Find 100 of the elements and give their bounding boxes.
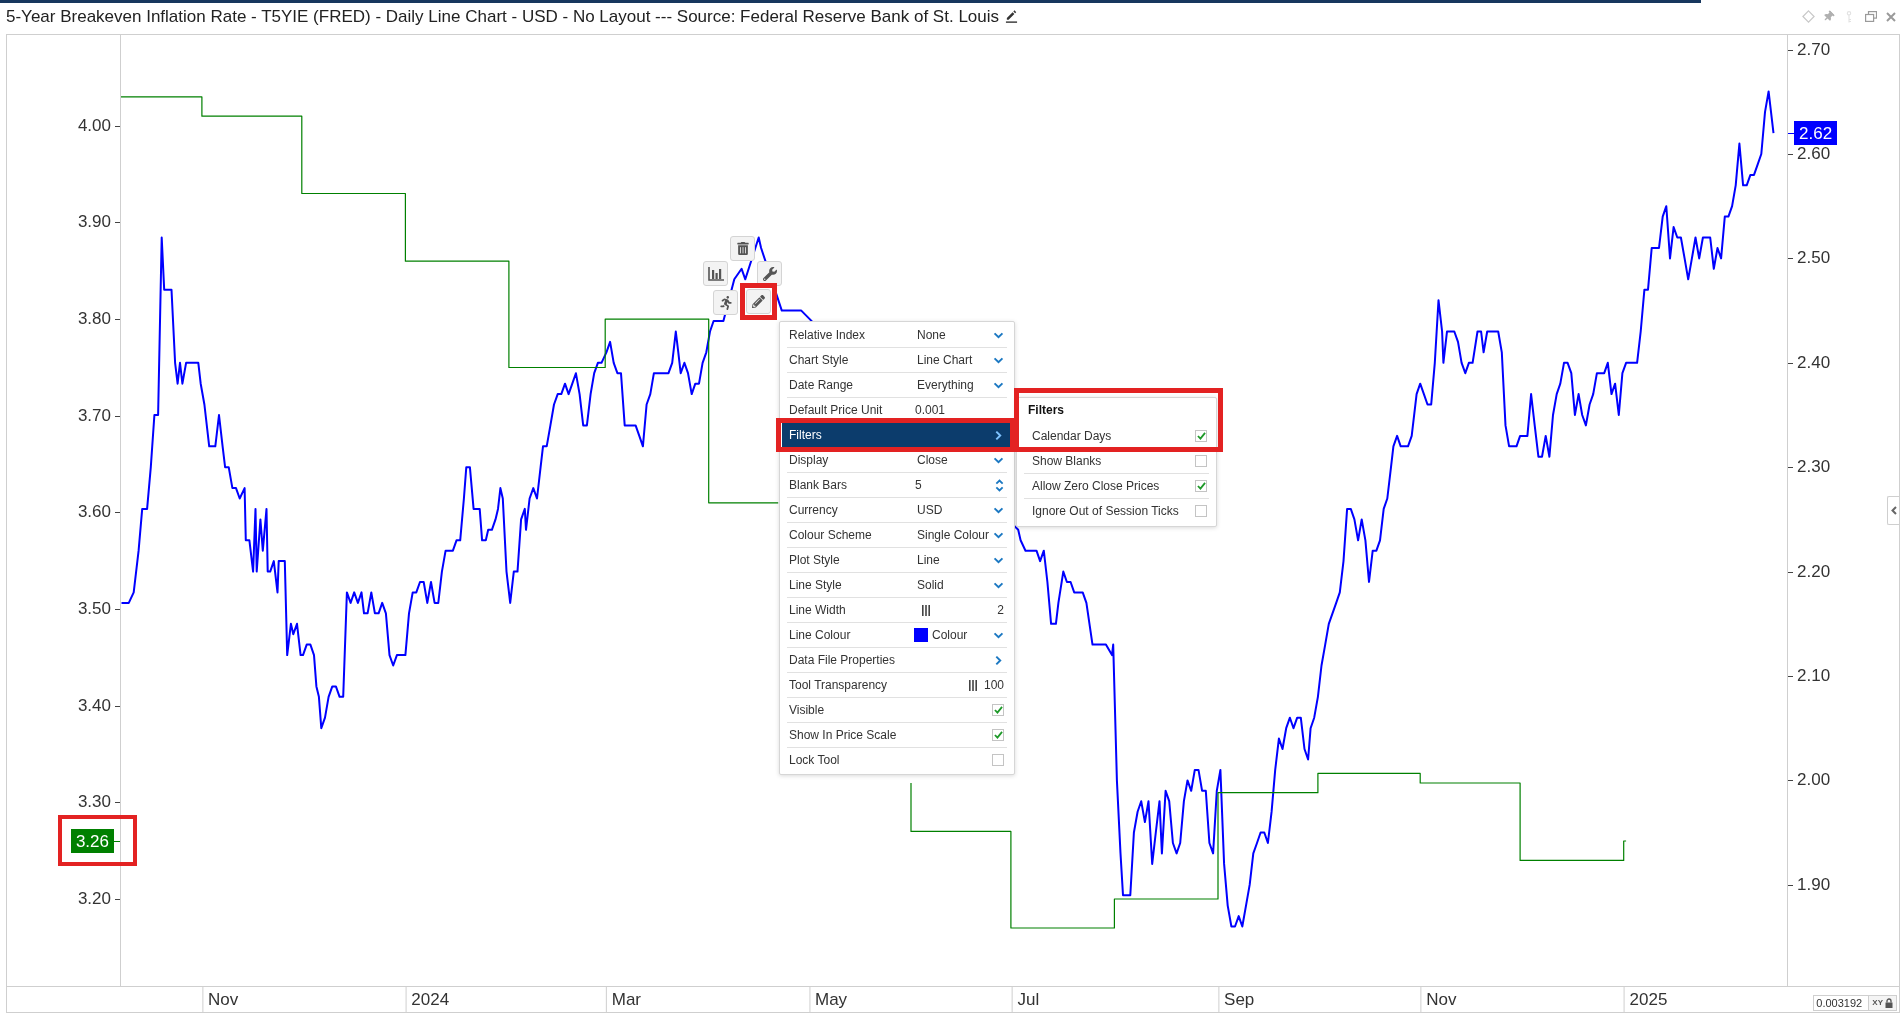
edit-icon[interactable] (1005, 10, 1019, 23)
setting-label: Currency (789, 502, 839, 519)
dropdown[interactable]: Solid (917, 576, 1004, 594)
dropdown[interactable]: Line (917, 551, 1004, 569)
chevron-down-icon (993, 556, 1004, 564)
setting-label: Ignore Out of Session Ticks (1032, 503, 1179, 520)
chevron-down-icon (993, 631, 1004, 639)
menu-item[interactable]: Lock Tool (782, 752, 1012, 768)
setting-label: Chart Style (789, 352, 850, 369)
dropdown[interactable]: USD (917, 501, 1004, 519)
lock-icon (1885, 998, 1893, 1008)
color-dropdown[interactable]: Colour (914, 626, 1004, 644)
axis-label: 3.50 (76, 602, 111, 617)
axis-label: Sep (1224, 991, 1255, 1009)
setting-label: Show In Price Scale (789, 727, 898, 744)
menu-item[interactable]: Blank Bars 5 (782, 477, 1012, 493)
dropdown[interactable]: Close (917, 451, 1004, 469)
menu-item[interactable]: Chart Style Line Chart (782, 352, 1012, 368)
edit-button[interactable] (746, 289, 771, 314)
setting-label: Colour Scheme (789, 527, 873, 544)
chevron-left-icon (1890, 506, 1897, 515)
menu-item[interactable]: Date Range Everything (782, 377, 1012, 393)
axis-label: Mar (611, 991, 641, 1009)
price-tag: 2.62 (1794, 121, 1838, 146)
menu-item[interactable]: Relative Index None (782, 327, 1012, 343)
check-icon (1196, 482, 1206, 490)
dropdown[interactable]: None (917, 326, 1004, 344)
running-figure-icon (719, 295, 732, 310)
menu-item[interactable]: Calendar Days (1024, 428, 1209, 444)
menu-item[interactable]: Plot Style Line (782, 552, 1012, 568)
setting-label: Data File Properties (789, 652, 897, 669)
dropdown[interactable]: Everything (917, 376, 1004, 394)
checkbox[interactable] (992, 729, 1004, 741)
price-tag: 3.26 (70, 829, 114, 853)
setting-label: Lock Tool (789, 752, 841, 769)
number-spinner[interactable]: 5 (915, 476, 1004, 494)
window-title: 5-Year Breakeven Inflation Rate - T5YIE (FRED) - Daily Line Chart - USD - No Layout --- Source: Federal Reserve Bank of St. Louis (6, 5, 1000, 28)
dropdown[interactable]: Line Chart (917, 351, 1004, 369)
run-button[interactable] (713, 290, 738, 315)
menu-item[interactable]: Currency USD (782, 502, 1012, 518)
axis-label: Jul (1017, 991, 1040, 1009)
setting-label: Tool Transparency (789, 677, 889, 694)
menu-item[interactable]: Allow Zero Close Prices (1024, 478, 1209, 494)
chevron-down-icon (993, 356, 1004, 364)
xy-button[interactable]: XY (1869, 995, 1897, 1011)
up-down-icon (995, 478, 1004, 492)
setting-label: Default Price Unit (789, 402, 884, 419)
tick-mark (1788, 780, 1793, 782)
pencil-icon (752, 295, 765, 308)
tick-mark (1788, 675, 1793, 677)
menu-item[interactable]: Tool Transparency 100 (782, 677, 1012, 693)
setting-label: Visible (789, 702, 826, 719)
checkbox[interactable] (1195, 480, 1207, 492)
tick-mark (1788, 362, 1793, 364)
axis-label: 2.00 (1797, 773, 1831, 788)
delete-button[interactable] (730, 236, 755, 261)
wrench-icon (762, 266, 777, 281)
dropdown[interactable]: Single Colour (917, 526, 1004, 544)
setting-value: 2 (997, 602, 1004, 619)
checkbox[interactable] (1195, 455, 1207, 467)
close-icon[interactable] (1886, 11, 1896, 22)
value-field[interactable]: 0.003192 (1813, 995, 1870, 1011)
checkbox[interactable] (992, 704, 1004, 716)
axis-label: 3.20 (76, 892, 111, 906)
checkbox[interactable] (1195, 505, 1207, 517)
menu-item[interactable]: Line Style Solid (782, 577, 1012, 593)
axis-label: 3.40 (76, 698, 111, 713)
tick-mark (1788, 571, 1793, 573)
slider-thumb[interactable] (922, 604, 930, 616)
setting-value: 0.001 (915, 402, 946, 419)
menu-item[interactable]: Visible (782, 702, 1012, 718)
setting-label: Filters (789, 427, 823, 444)
checkbox[interactable] (992, 754, 1004, 766)
chart-button[interactable] (703, 261, 728, 286)
tick-mark (1788, 49, 1793, 51)
menu-item[interactable]: Line Width 2 (782, 602, 1012, 618)
menu-item[interactable]: Show Blanks (1024, 453, 1209, 469)
check-icon (993, 706, 1003, 714)
axis-label: 2.50 (1797, 251, 1831, 266)
restore-window-icon[interactable] (1865, 11, 1877, 22)
setting-label: Allow Zero Close Prices (1032, 478, 1160, 495)
menu-item[interactable]: Line Colour Colour (782, 627, 1012, 643)
bar-chart-icon (707, 266, 724, 281)
slider-thumb[interactable] (969, 679, 977, 691)
axis-label: 4.00 (76, 118, 111, 133)
menu-item[interactable]: Data File Properties (782, 652, 1012, 668)
menu-item[interactable]: Colour Scheme Single Colour (782, 527, 1012, 543)
tick-mark (1788, 154, 1793, 155)
tick-mark (115, 319, 120, 321)
check-icon (993, 731, 1003, 739)
menu-item[interactable]: Filters (782, 423, 1012, 447)
menu-item[interactable]: Display Close (782, 452, 1012, 468)
axis-label: 3.70 (76, 408, 111, 423)
menu-item[interactable]: Default Price Unit 0.001 (782, 402, 1012, 418)
collapse-tab[interactable] (1887, 496, 1899, 525)
tick-mark (115, 222, 120, 224)
checkbox[interactable] (1195, 430, 1207, 442)
menu-item[interactable]: Ignore Out of Session Ticks (1024, 503, 1209, 519)
menu-item[interactable]: Show In Price Scale (782, 727, 1012, 743)
axis-label: 2.20 (1797, 564, 1831, 579)
